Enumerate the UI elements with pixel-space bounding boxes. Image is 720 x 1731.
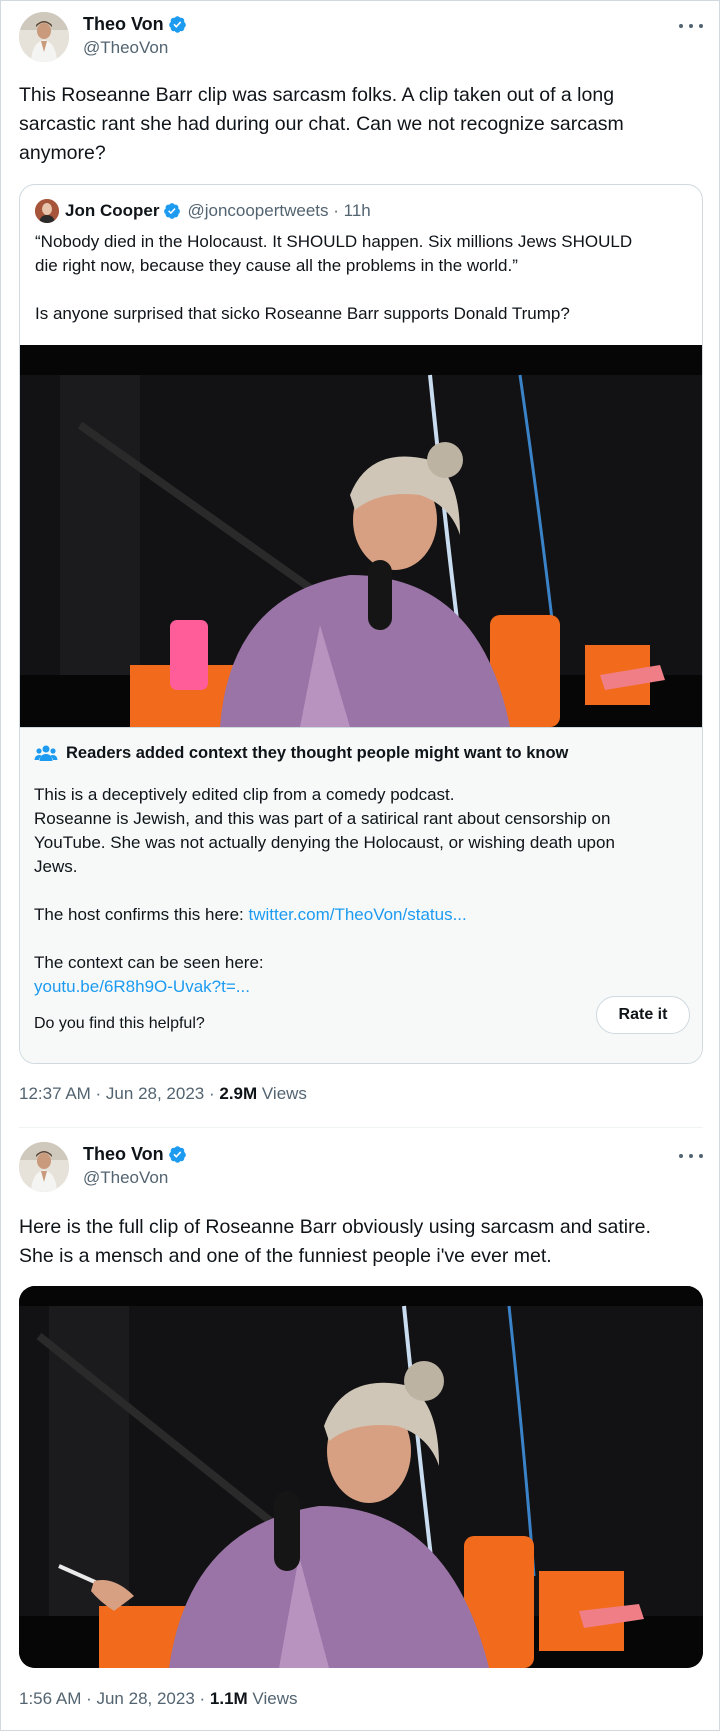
handle[interactable]: @TheoVon bbox=[83, 1168, 168, 1188]
tweet-text: Here is the full clip of Roseanne Barr o… bbox=[19, 1216, 651, 1267]
views-count: 2.9M bbox=[219, 1084, 258, 1103]
views-label: Views bbox=[257, 1084, 307, 1103]
context-prefix: The context can be seen here: bbox=[34, 953, 264, 972]
people-icon bbox=[34, 745, 58, 761]
timeline-frame: Theo Von @TheoVon This Roseanne Barr cli… bbox=[0, 0, 720, 1731]
quote-text: “Nobody died in the Holocaust. It SHOULD… bbox=[35, 232, 633, 323]
note-body: This is a deceptively edited clip from a… bbox=[34, 785, 615, 876]
views-label: Views bbox=[247, 1689, 298, 1708]
rate-it-button[interactable]: Rate it bbox=[596, 996, 690, 1034]
avatar[interactable] bbox=[19, 12, 69, 62]
handle[interactable]: @TheoVon bbox=[83, 38, 168, 58]
host-link[interactable]: twitter.com/TheoVon/status... bbox=[248, 905, 466, 924]
quoted-tweet[interactable]: Jon Cooper @joncoopertweets · 11h “Nobod… bbox=[19, 184, 703, 1064]
host-prefix: The host confirms this here: bbox=[34, 905, 249, 924]
quote-avatar[interactable] bbox=[35, 199, 59, 223]
views-count: 1.1M bbox=[209, 1689, 248, 1708]
display-name[interactable]: Theo Von bbox=[83, 14, 164, 35]
tweet-header: Theo Von @TheoVon bbox=[19, 12, 703, 64]
video-thumbnail[interactable] bbox=[19, 1286, 703, 1668]
separator-dot: · bbox=[328, 201, 344, 220]
more-dots-icon[interactable] bbox=[679, 18, 703, 34]
note-title: Readers added context they thought peopl… bbox=[66, 743, 569, 762]
quote-handle[interactable]: @joncoopertweets bbox=[187, 201, 328, 221]
tweet-meta: 1:56 AM · Jun 28, 2023 · 1.1M Views bbox=[19, 1689, 297, 1709]
divider bbox=[19, 1127, 703, 1128]
more-dots-icon[interactable] bbox=[679, 1148, 703, 1164]
verified-badge-icon bbox=[164, 203, 181, 219]
tweet-meta: 12:37 AM · Jun 28, 2023 · 2.9M Views bbox=[19, 1084, 307, 1104]
context-link[interactable]: youtu.be/6R8h9O-Uvak?t=... bbox=[34, 975, 684, 999]
quote-display-name[interactable]: Jon Cooper bbox=[65, 201, 159, 221]
verified-badge-icon bbox=[168, 16, 186, 33]
avatar[interactable] bbox=[19, 1142, 69, 1192]
tweet-header: Theo Von @TheoVon bbox=[19, 1142, 703, 1194]
timestamp[interactable]: 12:37 AM · Jun 28, 2023 · bbox=[19, 1084, 219, 1103]
quote-time[interactable]: 11h bbox=[344, 201, 371, 221]
community-note: Readers added context they thought peopl… bbox=[20, 727, 702, 1063]
helpful-question: Do you find this helpful? bbox=[34, 1015, 205, 1032]
verified-badge-icon bbox=[168, 1146, 186, 1163]
tweet-text: This Roseanne Barr clip was sarcasm folk… bbox=[19, 84, 624, 164]
display-name[interactable]: Theo Von bbox=[83, 1144, 164, 1165]
video-thumbnail[interactable] bbox=[20, 345, 702, 727]
timestamp[interactable]: 1:56 AM · Jun 28, 2023 · bbox=[19, 1689, 210, 1708]
